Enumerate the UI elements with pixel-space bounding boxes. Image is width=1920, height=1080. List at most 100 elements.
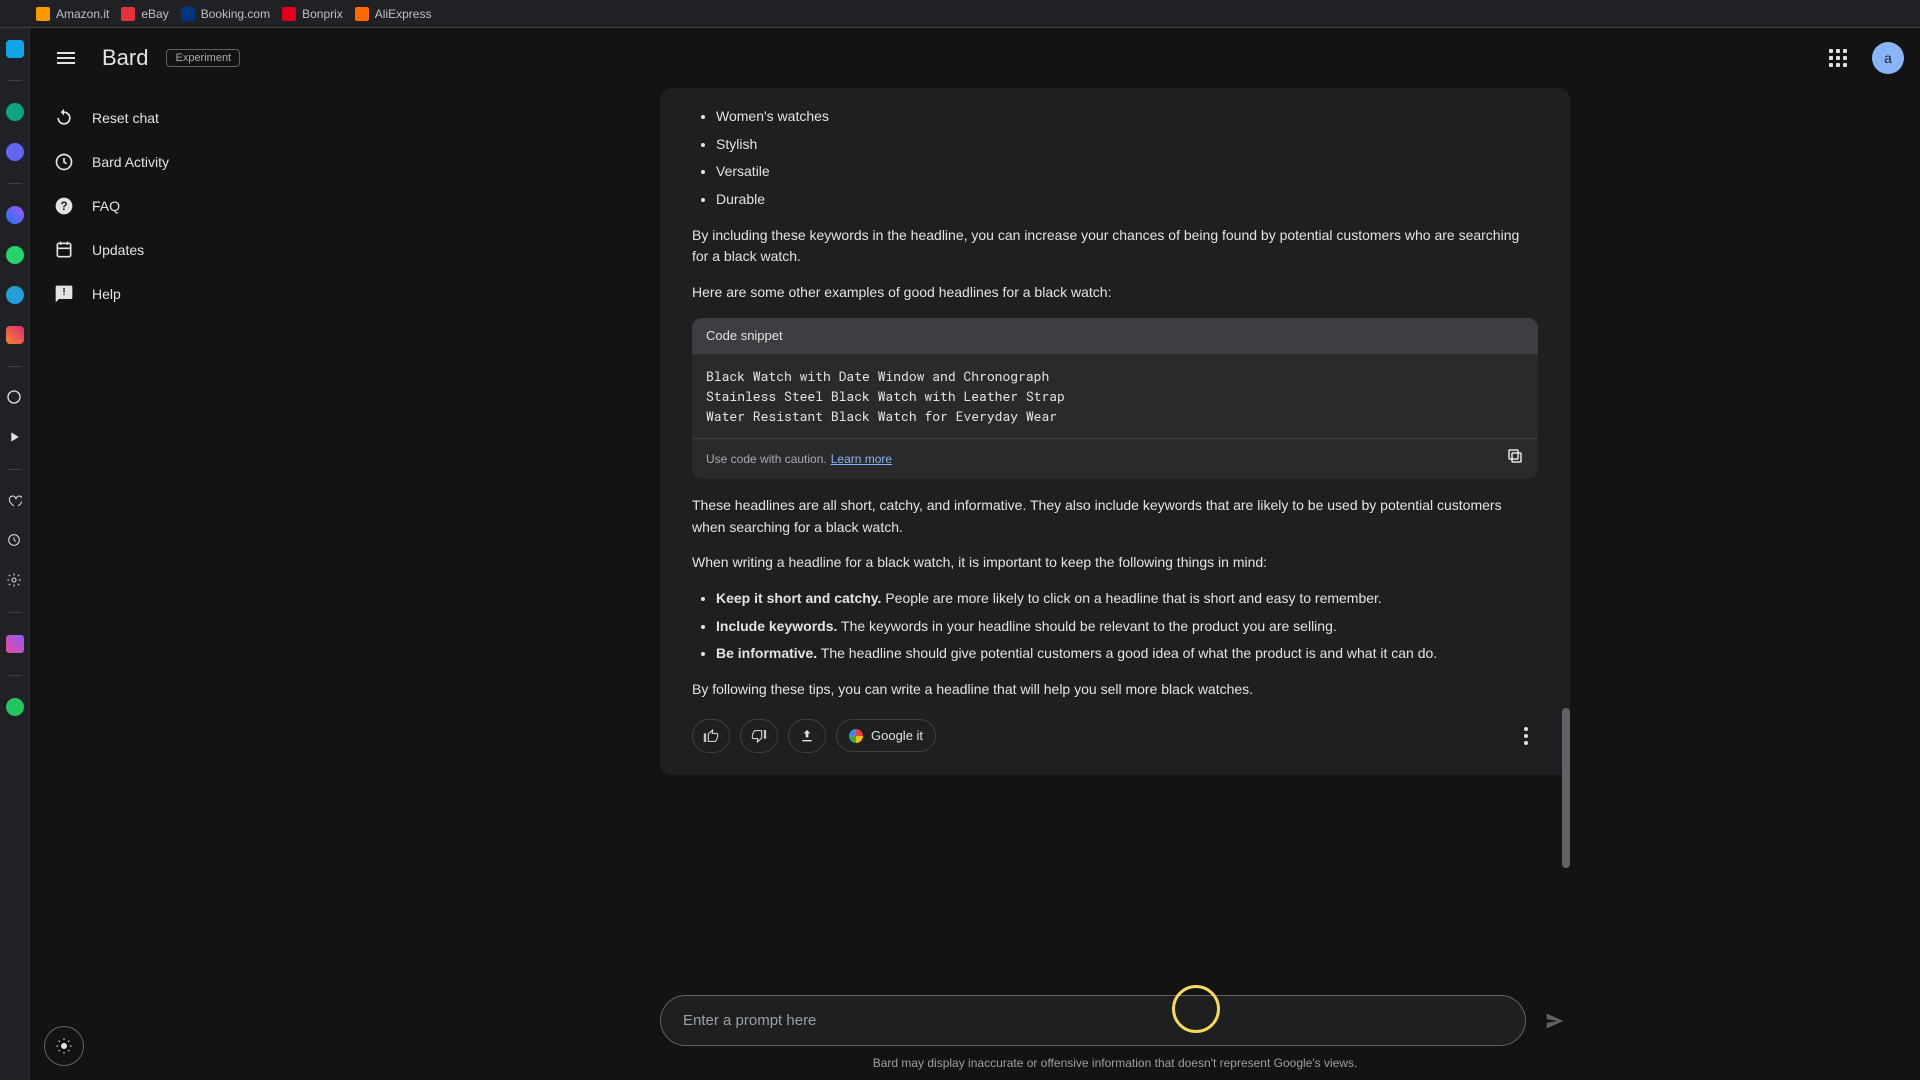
prompt-input[interactable] [660,995,1526,1046]
list-item: Be informative. The headline should give… [716,643,1538,665]
google-logo-icon [849,729,863,743]
ext-icon[interactable] [6,143,24,161]
sidebar-item-label: FAQ [92,198,120,214]
google-it-label: Google it [871,728,923,743]
divider [8,183,22,184]
main-column: Women's watches Stylish Versatile Durabl… [310,88,1920,1080]
list-item: Durable [716,189,1538,211]
sidebar-item-label: Help [92,286,121,302]
favicon-ebay [121,7,135,21]
ext-icon[interactable] [6,698,24,716]
ext-icon[interactable] [6,40,24,58]
share-icon [799,728,815,744]
paragraph: When writing a headline for a black watc… [692,552,1538,574]
ext-icon[interactable] [6,389,24,407]
feedback-icon: ! [54,284,74,304]
theme-toggle-button[interactable] [44,1026,84,1066]
browser-tab[interactable]: Booking.com [181,7,270,21]
copy-button[interactable] [1506,447,1524,471]
ext-icon[interactable] [6,532,24,550]
avatar[interactable]: a [1872,42,1904,74]
ext-icon[interactable] [6,635,24,653]
keyword-list: Women's watches Stylish Versatile Durabl… [692,106,1538,211]
sidebar-item-updates[interactable]: Updates [42,230,298,270]
favicon-amazon [36,7,50,21]
ext-icon[interactable] [6,326,24,344]
thumbs-up-icon [703,728,719,744]
paragraph: By including these keywords in the headl… [692,225,1538,268]
thumbs-up-button[interactable] [692,719,730,753]
code-footer: Use code with caution. Learn more [692,438,1538,479]
app-header: Bard Experiment a [30,28,1920,88]
response-card: Women's watches Stylish Versatile Durabl… [660,88,1570,775]
updates-icon [54,240,74,260]
google-it-button[interactable]: Google it [836,719,936,752]
sidebar-item-faq[interactable]: ? FAQ [42,186,298,226]
ext-icon[interactable] [6,286,24,304]
favicon-bonprix [282,7,296,21]
code-body: Black Watch with Date Window and Chronog… [692,354,1538,438]
prompt-row [660,981,1570,1050]
extension-rail [0,28,30,1080]
activity-icon [54,152,74,172]
gear-icon[interactable] [6,572,24,590]
app-title: Bard [102,45,148,71]
share-button[interactable] [788,719,826,753]
sidebar-item-label: Reset chat [92,110,159,126]
favicon-booking [181,7,195,21]
ext-icon[interactable] [6,429,24,447]
list-item: Stylish [716,134,1538,156]
sun-icon [55,1037,73,1055]
menu-button[interactable] [46,38,86,78]
browser-tabs: Amazon.it eBay Booking.com Bonprix AliEx… [0,0,1920,28]
tips-list: Keep it short and catchy. People are mor… [692,588,1538,665]
list-item: Women's watches [716,106,1538,128]
ext-icon[interactable] [6,246,24,264]
browser-tab[interactable]: AliExpress [355,7,432,21]
sidebar: Reset chat Bard Activity ? FAQ Updates !… [30,88,310,1080]
divider [8,366,22,367]
experiment-badge: Experiment [166,49,240,67]
more-menu-button[interactable] [1514,723,1538,749]
paragraph: By following these tips, you can write a… [692,679,1538,701]
divider [8,80,22,81]
svg-text:?: ? [60,200,67,213]
apps-grid-icon [1829,49,1847,67]
sidebar-item-reset[interactable]: Reset chat [42,98,298,138]
divider [8,675,22,676]
sidebar-item-label: Updates [92,242,144,258]
ext-icon[interactable] [6,206,24,224]
divider [8,469,22,470]
actions-row: Google it [692,719,1538,753]
learn-more-link[interactable]: Learn more [831,450,892,469]
browser-tab[interactable]: Amazon.it [36,7,109,21]
hamburger-icon [57,52,75,64]
send-button[interactable] [1540,1006,1570,1036]
apps-button[interactable] [1818,38,1858,78]
paragraph: These headlines are all short, catchy, a… [692,495,1538,538]
thumbs-down-icon [751,728,767,744]
code-header: Code snippet [692,318,1538,354]
divider [8,612,22,613]
ext-icon[interactable] [6,492,24,510]
disclaimer: Bard may display inaccurate or offensive… [873,1050,1358,1080]
browser-tab[interactable]: eBay [121,7,168,21]
favicon-aliexpress [355,7,369,21]
browser-tab[interactable]: Bonprix [282,7,343,21]
paragraph: Here are some other examples of good hea… [692,282,1538,304]
sidebar-item-label: Bard Activity [92,154,169,170]
svg-text:!: ! [62,287,65,298]
send-icon [1544,1010,1566,1032]
copy-icon [1506,447,1524,465]
code-caution: Use code with caution. [706,450,827,469]
thumbs-down-button[interactable] [740,719,778,753]
code-block: Code snippet Black Watch with Date Windo… [692,318,1538,479]
scrollbar[interactable] [1562,708,1570,868]
list-item: Keep it short and catchy. People are mor… [716,588,1538,610]
ext-icon[interactable] [6,103,24,121]
sidebar-item-activity[interactable]: Bard Activity [42,142,298,182]
reset-icon [54,108,74,128]
help-icon: ? [54,196,74,216]
sidebar-item-help[interactable]: ! Help [42,274,298,314]
list-item: Versatile [716,161,1538,183]
